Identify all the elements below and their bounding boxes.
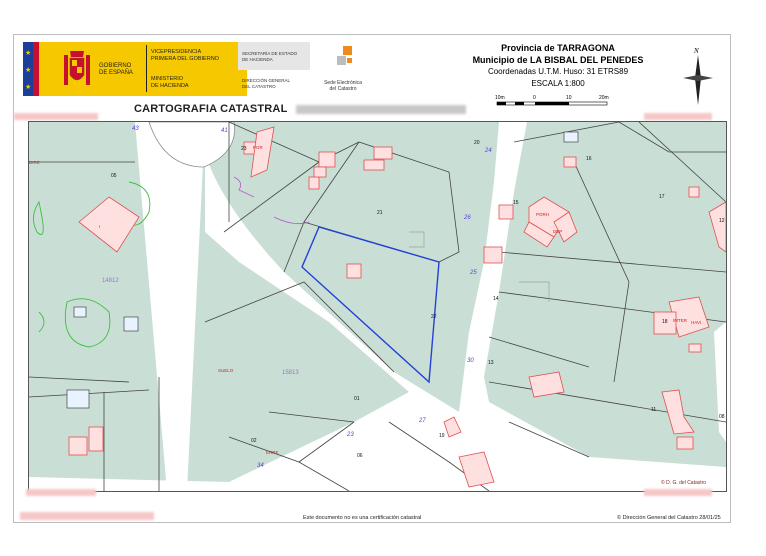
parcel-number: 19: [439, 433, 445, 439]
street-number: 23: [346, 432, 354, 438]
parcel-number: 12: [719, 218, 725, 224]
escala-text: ESCALA 1:800: [531, 79, 585, 88]
north-arrow-icon: N: [683, 47, 713, 105]
building-code: DIRE: [29, 160, 40, 165]
street-number: 25: [469, 270, 477, 276]
street-number: 43: [132, 126, 139, 132]
parcel-number: 20: [474, 140, 480, 146]
street-number: 24: [484, 148, 492, 154]
parcel-number: 21: [377, 210, 383, 216]
street-number: 27: [418, 418, 426, 424]
parcel-number: 18: [662, 319, 668, 325]
cadastral-map[interactable]: 14812 15813 05 23 21 22 20 15 16 14 13 1…: [28, 121, 727, 492]
cadastral-sheet: ★ ★ ★ GOBIERNO DE ESPAÑA VICEPRESIDENCIA P…: [13, 34, 731, 523]
building-code: SUELO: [218, 368, 234, 373]
building-code: PGR: [253, 145, 264, 150]
redacted-mark-bottom-right: [644, 489, 712, 496]
vicepresidencia-label: VICEPRESIDENCIA PRIMERA DEL GOBIERNO: [151, 49, 219, 62]
sede-label: Sede Electrónica del Catastro: [324, 80, 362, 92]
scale-tick-label: 0: [533, 95, 536, 101]
coat-of-arms-icon: [64, 51, 90, 85]
svg-text:★: ★: [25, 83, 31, 91]
street-number: 41: [221, 128, 228, 134]
parcel-number: 22: [431, 314, 437, 320]
svg-text:★: ★: [25, 66, 31, 74]
scale-tick-label: 20m: [599, 95, 609, 101]
street-number: 30: [467, 358, 474, 364]
building-code: ERRE: [266, 450, 279, 455]
redacted-reference: [296, 105, 466, 114]
building-code: I: [99, 224, 100, 229]
scale-bar: 10m 0 10 20m: [495, 95, 609, 106]
redacted-mark-bottom-left: [26, 489, 96, 496]
header-separator: [146, 45, 147, 92]
parcel-number: 06: [357, 453, 363, 459]
secretaria-label: SECRETARÍA DE ESTADO DE HACIENDA: [242, 51, 298, 62]
location-info: Provincia de TARRAGONA Municipio de LA B…: [438, 42, 678, 90]
scale-tick-label: 10m: [495, 95, 505, 101]
parcel-number: 14: [493, 296, 499, 302]
building-code: HAVI: [691, 320, 701, 325]
map-copyright: © D. G. del Catastro: [661, 480, 707, 486]
parcel-number: 23: [241, 146, 247, 152]
svg-text:★: ★: [25, 49, 31, 57]
parcel-number: 01: [354, 396, 360, 402]
parcel-number: 15: [513, 200, 519, 206]
parcel-number: 05: [111, 173, 117, 179]
redacted-mark-left: [14, 113, 98, 120]
block-label: 14812: [102, 278, 119, 284]
north-label: N: [693, 47, 699, 55]
block-label: 15813: [282, 370, 299, 376]
footer-notice: Este documento no es una certificación c…: [303, 515, 422, 521]
street-number: 34: [257, 463, 264, 469]
parcel-number: 02: [251, 438, 257, 444]
redacted-footer-left: [20, 512, 154, 520]
cartografia-title: CARTOGRAFIA CATASTRAL: [134, 103, 288, 115]
building-code: IMTER: [673, 318, 688, 323]
eu-flag-stripe-icon: ★ ★ ★: [23, 42, 39, 96]
building-code: DEP: [553, 229, 562, 234]
parcel-number: 16: [586, 156, 592, 162]
footer-credit: © Dirección General del Catastro 28/01/2…: [617, 515, 721, 521]
parcel-number: 08: [719, 414, 725, 420]
scale-tick-label: 10: [566, 95, 572, 101]
municipio-text: Municipio de LA BISBAL DEL PENEDES: [472, 55, 644, 65]
gobierno-label: GOBIERNO DE ESPAÑA: [99, 63, 133, 76]
parcel-number: 11: [651, 407, 656, 413]
ministerio-label: MINISTERIO DE HACIENDA: [151, 76, 189, 89]
provincia-text: Provincia de TARRAGONA: [501, 43, 615, 53]
parcel-number: 13: [488, 360, 494, 366]
direccion-label: DIRECCIÓN GENERAL DEL CATASTRO: [242, 78, 291, 89]
coordenadas-text: Coordenadas U.T.M. Huso: 31 ETRS89: [487, 67, 629, 76]
parcel-number: 17: [659, 194, 665, 200]
sheet-header: ★ ★ ★ GOBIERNO DE ESPAÑA VICEPRESIDENCIA P…: [14, 35, 730, 120]
building-code: PORH: [536, 212, 549, 217]
sede-logo-icon: [337, 46, 352, 65]
redacted-mark-right: [644, 113, 712, 120]
map-canvas: 14812 15813 05 23 21 22 20 15 16 14 13 1…: [29, 122, 726, 491]
street-number: 26: [463, 215, 471, 221]
